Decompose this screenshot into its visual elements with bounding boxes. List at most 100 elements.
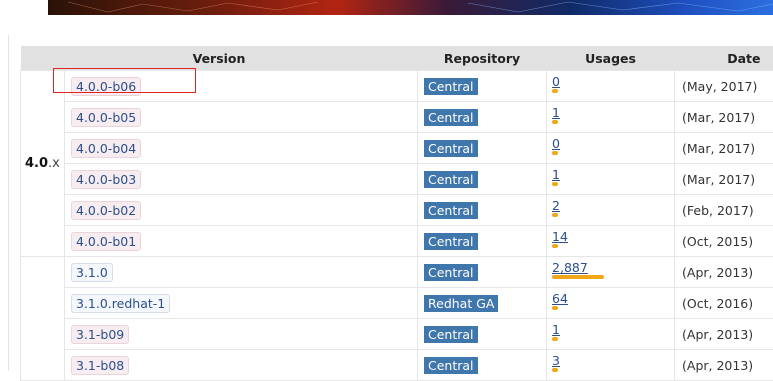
date-cell: (Apr, 2013) [675, 319, 773, 350]
usages-cell: 64 [547, 288, 675, 319]
version-link[interactable]: 3.1.0 [71, 263, 113, 282]
table-row: 4.0.0-b03 Central 1(Mar, 2017) [21, 164, 773, 195]
date-cell: (Mar, 2017) [675, 133, 773, 164]
usage-bar [552, 306, 558, 310]
usages-cell: 0 [547, 71, 675, 102]
usages-cell: 14 [547, 226, 675, 257]
version-cell: 4.0.0-b05 [65, 102, 418, 133]
usages-link[interactable]: 64 [552, 292, 674, 306]
usages-cell: 1 [547, 164, 675, 195]
version-cell: 3.1.0 [65, 257, 418, 288]
repository-link[interactable]: Central [424, 109, 478, 126]
date-cell: (Feb, 2017) [675, 195, 773, 226]
repository-cell: Central [418, 257, 547, 288]
repository-cell: Central [418, 195, 547, 226]
repository-link[interactable]: Central [424, 326, 478, 343]
usage-bar [552, 120, 558, 124]
repository-link[interactable]: Central [424, 171, 478, 188]
date-cell: (Mar, 2017) [675, 164, 773, 195]
usages-link[interactable]: 1 [552, 168, 674, 182]
table-row: 4.0.0-b04 Central 0(Mar, 2017) [21, 133, 773, 164]
usage-bar [552, 275, 604, 279]
group-suffix: .x [48, 156, 60, 171]
repository-link[interactable]: Central [424, 264, 478, 281]
usage-bar [552, 151, 558, 155]
usages-cell: 0 [547, 133, 675, 164]
repository-cell: Central [418, 350, 547, 381]
version-cell: 4.0.0-b02 [65, 195, 418, 226]
repository-link[interactable]: Central [424, 140, 478, 157]
version-link[interactable]: 3.1.0.redhat-1 [71, 294, 170, 313]
usage-bar [552, 89, 558, 93]
version-cell: 4.0.0-b03 [65, 164, 418, 195]
usage-bar [552, 244, 558, 248]
usages-link[interactable]: 3 [552, 354, 674, 368]
usages-cell: 3 [547, 350, 675, 381]
version-link[interactable]: 3.1-b09 [71, 325, 129, 344]
usages-link[interactable]: 1 [552, 323, 674, 337]
version-cell: 4.0.0-b06 [65, 71, 418, 102]
table-row: 4.0.x4.0.0-b06Central0(May, 2017) [21, 71, 773, 102]
repository-link[interactable]: Redhat GA [424, 295, 498, 312]
header-version[interactable]: Version [21, 46, 418, 71]
usages-link[interactable]: 2,887 [552, 261, 674, 275]
usages-cell: 1 [547, 102, 675, 133]
usages-cell: 2,887 [547, 257, 675, 288]
table-row: 3.1-b08 Central 3(Apr, 2013) [21, 350, 773, 381]
repository-cell: Central [418, 102, 547, 133]
date-cell: (Oct, 2015) [675, 226, 773, 257]
table-header-row: Version Repository Usages Date [21, 46, 773, 71]
repository-cell: Central [418, 164, 547, 195]
repository-cell: Central [418, 71, 547, 102]
version-cell: 4.0.0-b01 [65, 226, 418, 257]
usages-cell: 2 [547, 195, 675, 226]
table-row: 3.1.0.redhat-1 Redhat GA 64(Oct, 2016) [21, 288, 773, 319]
usages-link[interactable]: 14 [552, 230, 674, 244]
table-row: 3.1.0 Central 2,887(Apr, 2013) [21, 257, 773, 288]
repository-cell: Central [418, 319, 547, 350]
usages-link[interactable]: 2 [552, 199, 674, 213]
version-link[interactable]: 4.0.0-b06 [71, 77, 141, 96]
table-row: 3.1-b09 Central 1(Apr, 2013) [21, 319, 773, 350]
usages-cell: 1 [547, 319, 675, 350]
version-cell: 3.1.0.redhat-1 [65, 288, 418, 319]
usages-link[interactable]: 0 [552, 75, 674, 89]
date-cell: (Oct, 2016) [675, 288, 773, 319]
versions-table: Version Repository Usages Date 4.0.x4.0.… [20, 46, 773, 381]
content-left-border [8, 35, 9, 371]
usages-link[interactable]: 1 [552, 106, 674, 120]
usage-bar [552, 213, 558, 217]
version-link[interactable]: 4.0.0-b01 [71, 232, 141, 251]
repository-link[interactable]: Central [424, 78, 478, 95]
repository-cell: Central [418, 133, 547, 164]
table-row: 4.0.0-b05 Central 1(Mar, 2017) [21, 102, 773, 133]
version-cell: 3.1-b08 [65, 350, 418, 381]
header-date[interactable]: Date [675, 46, 773, 71]
header-banner [48, 0, 773, 15]
table-row: 4.0.0-b01 Central 14(Oct, 2015) [21, 226, 773, 257]
date-cell: (Mar, 2017) [675, 102, 773, 133]
date-cell: (May, 2017) [675, 71, 773, 102]
group-label-3-1-x [21, 257, 65, 381]
repository-cell: Redhat GA [418, 288, 547, 319]
version-cell: 3.1-b09 [65, 319, 418, 350]
date-cell: (Apr, 2013) [675, 257, 773, 288]
version-link[interactable]: 4.0.0-b02 [71, 201, 141, 220]
group-label-4-0-x: 4.0.x [21, 71, 65, 257]
date-cell: (Apr, 2013) [675, 350, 773, 381]
version-link[interactable]: 4.0.0-b05 [71, 108, 141, 127]
repository-cell: Central [418, 226, 547, 257]
version-cell: 4.0.0-b04 [65, 133, 418, 164]
header-usages[interactable]: Usages [547, 46, 675, 71]
version-link[interactable]: 3.1-b08 [71, 356, 129, 375]
repository-link[interactable]: Central [424, 233, 478, 250]
usage-bar [552, 337, 558, 341]
version-link[interactable]: 4.0.0-b04 [71, 139, 141, 158]
repository-link[interactable]: Central [424, 202, 478, 219]
usages-link[interactable]: 0 [552, 137, 674, 151]
version-link[interactable]: 4.0.0-b03 [71, 170, 141, 189]
header-repository[interactable]: Repository [418, 46, 547, 71]
usage-bar [552, 368, 558, 372]
table-row: 4.0.0-b02 Central 2(Feb, 2017) [21, 195, 773, 226]
usage-bar [552, 182, 558, 186]
